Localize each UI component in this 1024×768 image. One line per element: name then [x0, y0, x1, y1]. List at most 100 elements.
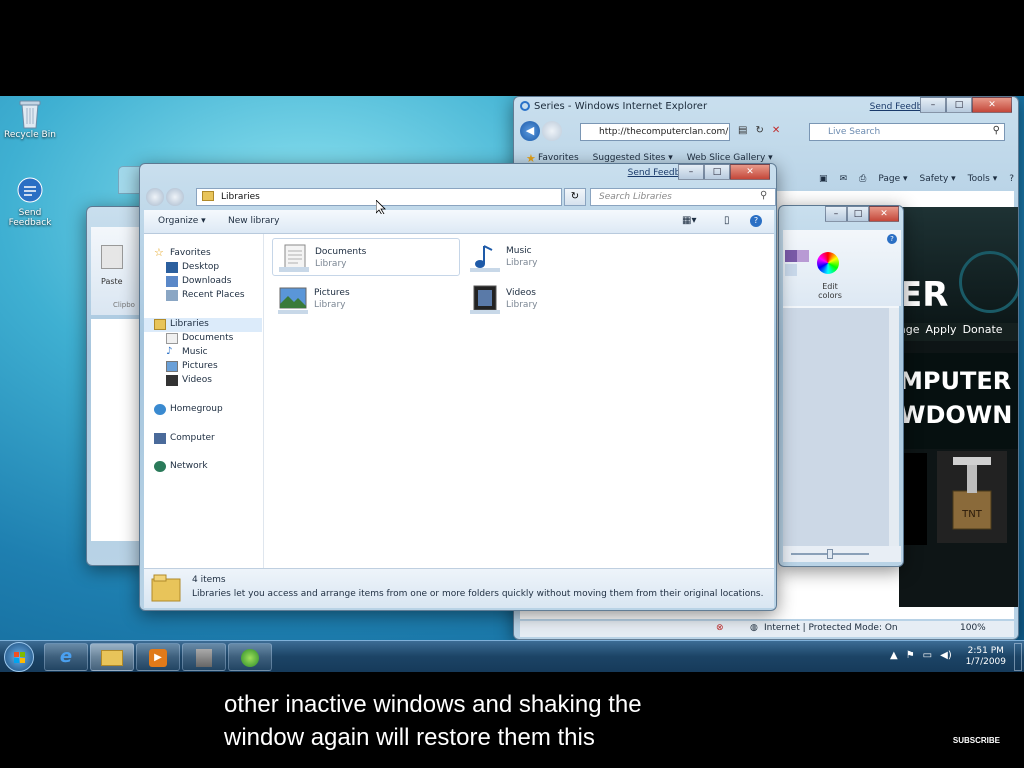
- help-icon[interactable]: ?: [887, 234, 897, 244]
- taskbar-explorer-button[interactable]: [90, 643, 134, 671]
- nav-documents[interactable]: Documents: [166, 333, 234, 344]
- feedback-icon: [15, 176, 45, 208]
- taskbar-ie-button[interactable]: e: [44, 643, 88, 671]
- print-icon[interactable]: ⎙: [859, 174, 866, 184]
- color-swatch[interactable]: [797, 250, 809, 262]
- close-button[interactable]: ✕: [972, 97, 1012, 113]
- network-tray-icon[interactable]: ▭: [923, 650, 932, 661]
- minimize-button[interactable]: –: [920, 97, 946, 113]
- page-menu[interactable]: Page ▾: [878, 174, 907, 184]
- stop-icon[interactable]: ✕: [772, 125, 780, 136]
- minimize-button[interactable]: –: [825, 206, 847, 222]
- nav-homegroup[interactable]: Homegroup: [154, 404, 223, 415]
- nav-label: Documents: [182, 333, 234, 343]
- zoom-slider-thumb[interactable]: [827, 549, 833, 559]
- website-nav-item[interactable]: Donate: [963, 323, 1003, 341]
- nav-videos[interactable]: Videos: [166, 375, 212, 386]
- ie-favorites-button[interactable]: Favorites: [538, 153, 579, 163]
- tnt-thumbnail[interactable]: TNT: [937, 451, 1007, 543]
- view-options-icon[interactable]: ▦▾: [682, 215, 696, 226]
- paint-window[interactable]: – □ ✕ Edit colors ?: [778, 205, 904, 567]
- taskbar-windows-button[interactable]: [228, 643, 272, 671]
- network-icon: [154, 461, 166, 472]
- forward-button[interactable]: [542, 121, 562, 141]
- start-button[interactable]: [4, 642, 34, 672]
- organize-menu[interactable]: Organize ▾: [158, 216, 206, 226]
- libraries-explorer-window[interactable]: Send Feedback – □ ✕ Libraries ↻ Search L…: [139, 163, 777, 611]
- library-tile-documents[interactable]: Documents Library: [272, 238, 460, 276]
- ie-address-bar[interactable]: http://thecomputerclan.com/: [580, 123, 730, 141]
- back-button[interactable]: [146, 188, 164, 206]
- clock[interactable]: 2:51 PM 1/7/2009: [966, 646, 1006, 668]
- breadcrumb[interactable]: Libraries: [221, 192, 260, 202]
- nav-pictures[interactable]: Pictures: [166, 361, 218, 372]
- send-feedback-desktop-icon[interactable]: Send Feedback: [0, 176, 60, 228]
- videos-icon: [166, 375, 178, 386]
- color-swatch[interactable]: [785, 264, 797, 276]
- library-tile-videos[interactable]: Videos Library: [464, 280, 652, 318]
- desktop-icon: [166, 262, 178, 273]
- help-icon[interactable]: ?: [1009, 174, 1014, 184]
- nav-music[interactable]: ♪ Music: [166, 346, 208, 357]
- canvas[interactable]: [91, 319, 145, 541]
- explorer-toolbar: Organize ▾ New library ▦▾ ▯ ?: [144, 210, 774, 234]
- edit-colors-icon[interactable]: [817, 252, 839, 274]
- new-library-button[interactable]: New library: [228, 216, 279, 226]
- nav-computer[interactable]: Computer: [154, 433, 215, 444]
- website-nav-item[interactable]: Apply: [926, 323, 957, 341]
- rss-icon[interactable]: ▣: [819, 174, 828, 184]
- send-feedback-label: Send Feedback: [8, 208, 52, 228]
- zone-status: Internet | Protected Mode: On: [764, 623, 898, 633]
- paint-canvas-area[interactable]: [783, 308, 891, 548]
- suggested-sites-button[interactable]: Suggested Sites ▾: [593, 153, 673, 163]
- compat-icon[interactable]: ▤: [738, 125, 747, 136]
- help-icon[interactable]: ?: [750, 215, 762, 227]
- refresh-icon[interactable]: ↻: [755, 125, 763, 136]
- maximize-button[interactable]: □: [847, 206, 869, 222]
- library-tile-pictures[interactable]: Pictures Library: [272, 280, 460, 318]
- action-center-icon[interactable]: ⚑: [906, 650, 915, 661]
- taskbar-paint-button[interactable]: [182, 643, 226, 671]
- ie-address-controls: ▤ ↻ ✕: [738, 125, 780, 136]
- search-icon[interactable]: ⚲: [760, 190, 767, 201]
- content-pane: Documents Library Music Library Pictures…: [264, 234, 774, 568]
- mail-icon[interactable]: ✉: [840, 174, 848, 184]
- nav-desktop[interactable]: Desktop: [166, 262, 219, 273]
- show-hidden-icons-icon[interactable]: ▲: [890, 650, 898, 661]
- error-icon: ⊗: [716, 623, 724, 633]
- color-swatch[interactable]: [785, 250, 797, 262]
- maximize-button[interactable]: □: [704, 164, 730, 180]
- maximize-button[interactable]: □: [946, 97, 972, 113]
- tools-menu[interactable]: Tools ▾: [968, 174, 998, 184]
- preview-pane-icon[interactable]: ▯: [724, 215, 730, 226]
- paste-icon[interactable]: [101, 245, 123, 269]
- edit-colors-label[interactable]: Edit colors: [813, 282, 847, 300]
- forward-button[interactable]: [166, 188, 184, 206]
- web-slice-gallery-button[interactable]: Web Slice Gallery ▾: [687, 153, 773, 163]
- paste-button[interactable]: Paste: [101, 277, 123, 286]
- explorer-search-input[interactable]: Search Libraries: [590, 188, 776, 206]
- paint-window-left[interactable]: Paste Clipbo: [86, 206, 146, 566]
- nav-network[interactable]: Network: [154, 461, 208, 472]
- safety-menu[interactable]: Safety ▾: [919, 174, 955, 184]
- vertical-scrollbar[interactable]: [889, 308, 899, 548]
- volume-icon[interactable]: ◀): [940, 650, 952, 661]
- nav-libraries[interactable]: Libraries: [154, 319, 209, 330]
- close-button[interactable]: ✕: [869, 206, 899, 222]
- close-button[interactable]: ✕: [730, 164, 770, 180]
- ie-search-input[interactable]: Live Search: [809, 123, 1005, 141]
- back-button[interactable]: ◀: [520, 121, 540, 141]
- subscribe-watermark[interactable]: SUBSCRIBE: [953, 736, 1000, 745]
- nav-downloads[interactable]: Downloads: [166, 276, 231, 287]
- minimize-button[interactable]: –: [678, 164, 704, 180]
- zoom-level[interactable]: 100%: [960, 623, 986, 633]
- library-tile-music[interactable]: Music Library: [464, 238, 652, 276]
- refresh-button[interactable]: ↻: [564, 188, 586, 206]
- search-icon[interactable]: ⚲: [993, 125, 1000, 136]
- nav-favorites[interactable]: ☆ Favorites: [154, 246, 211, 259]
- taskbar-media-player-button[interactable]: ▶: [136, 643, 180, 671]
- website-thumbnail[interactable]: [903, 453, 927, 545]
- show-desktop-button[interactable]: [1014, 643, 1022, 671]
- recycle-bin-desktop-icon[interactable]: Recycle Bin: [0, 98, 60, 140]
- nav-recent-places[interactable]: Recent Places: [166, 290, 245, 301]
